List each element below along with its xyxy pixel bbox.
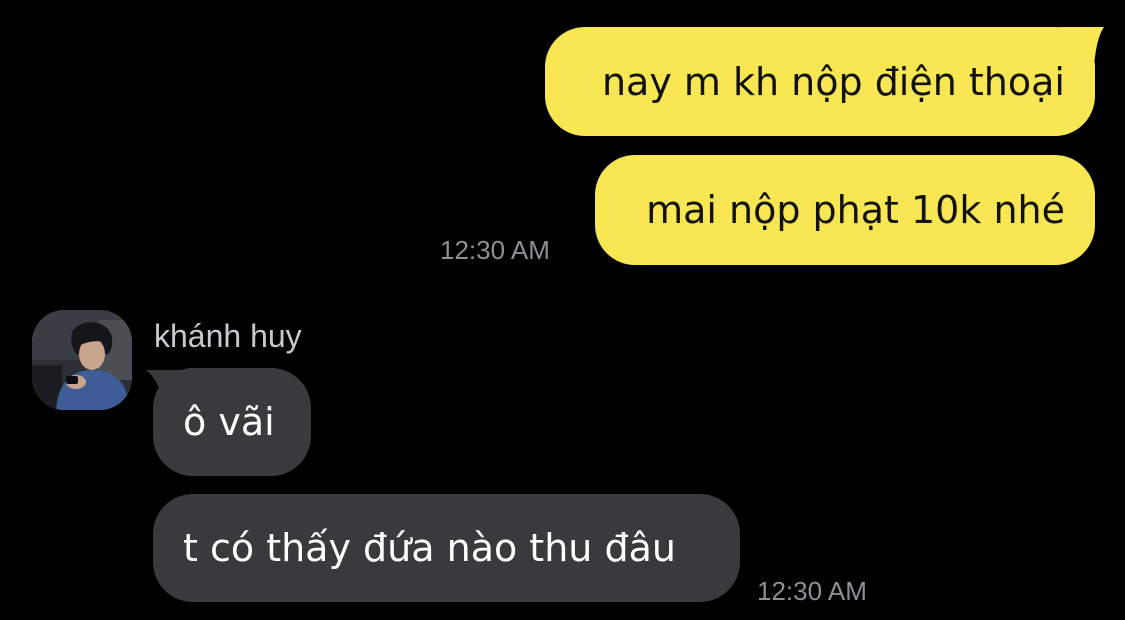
incoming-message-text: ô vãi	[183, 400, 275, 444]
sender-name: khánh huy	[154, 318, 302, 354]
profile-photo-icon	[32, 310, 132, 410]
outgoing-timestamp: 12:30 AM	[440, 235, 550, 265]
incoming-timestamp: 12:30 AM	[757, 576, 867, 606]
outgoing-message-text: mai nộp phạt 10k nhé	[646, 188, 1065, 232]
outgoing-message-text: nay m kh nộp điện thoại	[601, 59, 1065, 104]
sender-avatar[interactable]	[32, 310, 132, 410]
incoming-message-bubble[interactable]: t có thấy đứa nào thu đâu	[153, 494, 740, 602]
outgoing-message-bubble[interactable]: nay m kh nộp điện thoại	[545, 27, 1095, 136]
outgoing-message-bubble[interactable]: mai nộp phạt 10k nhé	[595, 155, 1095, 265]
incoming-message-bubble[interactable]: ô vãi	[153, 368, 311, 476]
incoming-message-text: t có thấy đứa nào thu đâu	[183, 526, 676, 570]
outgoing-bubble-tail	[1060, 27, 1104, 67]
